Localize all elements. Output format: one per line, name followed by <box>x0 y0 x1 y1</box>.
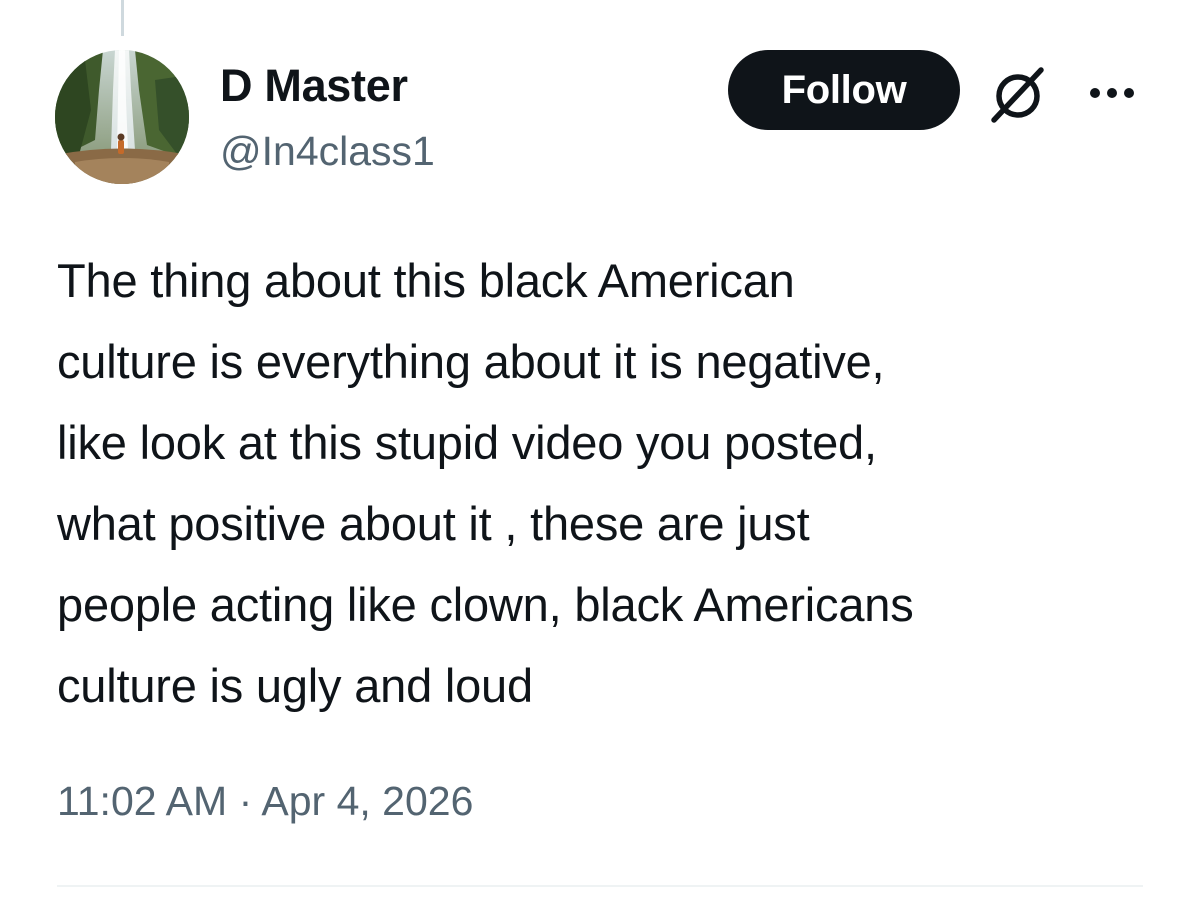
author-display-name[interactable]: D Master <box>220 60 408 112</box>
divider <box>57 885 1143 887</box>
author-handle[interactable]: @In4class1 <box>220 126 435 176</box>
timestamp-separator: · <box>238 778 253 824</box>
tweet-timestamp: 11:02 AM · Apr 4, 2026 <box>57 773 473 829</box>
grok-slash-icon[interactable] <box>986 62 1050 126</box>
avatar[interactable] <box>55 50 189 184</box>
avatar-waterfall-image <box>55 50 189 184</box>
thread-connector-line <box>121 0 124 36</box>
more-horizontal-icon[interactable] <box>1083 76 1143 110</box>
tweet-date[interactable]: Apr 4, 2026 <box>261 778 473 824</box>
tweet-text: The thing about this black American cult… <box>57 254 914 712</box>
tweet-time[interactable]: 11:02 AM <box>57 778 227 824</box>
follow-button[interactable]: Follow <box>728 50 960 130</box>
